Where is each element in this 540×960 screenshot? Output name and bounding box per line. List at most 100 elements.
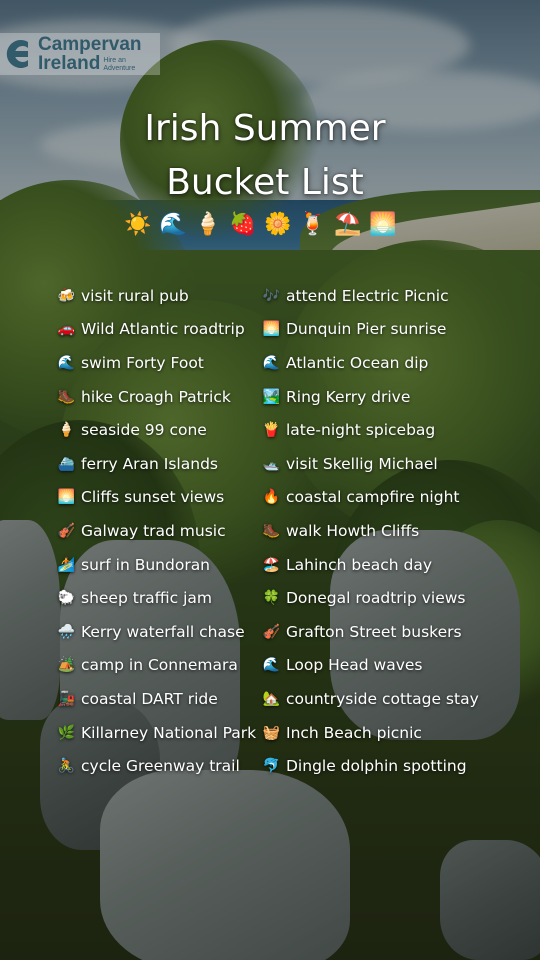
sunset-icon: 🌅 (57, 489, 76, 506)
list-item: 🍀 Donegal roadtrip views (261, 581, 479, 615)
list-item-label: Dingle dolphin spotting (286, 757, 467, 776)
list-item-label: Donegal roadtrip views (286, 589, 466, 608)
brand-name-line1: Campervan (38, 34, 142, 55)
sheep-icon: 🐑 (57, 590, 76, 607)
hiking-boot-icon: 🥾 (262, 522, 281, 539)
logo-mark-icon (6, 40, 29, 68)
list-item-label: Lahinch beach day (286, 555, 433, 574)
wave-icon: 🌊 (262, 657, 281, 674)
flower-icon: 🌼 (264, 212, 292, 237)
sun-icon: ☀️ (124, 212, 152, 237)
title-line2: Bucket List (166, 162, 364, 203)
list-item-label: attend Electric Picnic (286, 286, 449, 305)
list-item-label: late-night spicebag (286, 421, 436, 440)
list-item-label: Loop Head waves (286, 656, 423, 675)
cyclist-icon: 🚴 (57, 758, 76, 775)
strawberry-icon: 🍓 (229, 212, 257, 237)
list-item-label: coastal DART ride (81, 689, 218, 708)
list-item-label: Atlantic Ocean dip (286, 353, 429, 372)
list-item-label: visit rural pub (81, 286, 189, 305)
list-item: 🏖️ Lahinch beach day (261, 548, 479, 582)
list-item-label: surf in Bundoran (81, 555, 211, 574)
list-item: 🏡 countryside cottage stay (261, 682, 479, 716)
list-item: 🌅 Cliffs sunset views (56, 481, 256, 515)
violin-icon: 🎻 (262, 623, 281, 640)
music-notes-icon: 🎶 (262, 287, 281, 304)
house-icon: 🏡 (262, 690, 281, 707)
list-item-label: Ring Kerry drive (286, 387, 411, 406)
list-item-label: coastal campfire night (286, 488, 460, 507)
list-item: 🥾 hike Croagh Patrick (56, 380, 256, 414)
ice-cream-icon: 🍦 (57, 422, 76, 439)
rain-cloud-icon: 🌧️ (57, 623, 76, 640)
list-item: 🏕️ camp in Connemara (56, 649, 256, 683)
train-icon: 🚂 (57, 690, 76, 707)
wave-icon: 🌊 (57, 354, 76, 371)
beach-umbrella-icon: ⛱️ (334, 212, 362, 237)
list-item: 🍻 visit rural pub (56, 279, 256, 313)
hiking-boot-icon: 🥾 (57, 388, 76, 405)
list-item: 🚗 Wild Atlantic roadtrip (56, 313, 256, 347)
sunrise-icon: 🌅 (262, 321, 281, 338)
beach-icon: 🏖️ (262, 556, 281, 573)
brand-tagline: Hire an Adventure (103, 57, 136, 72)
wave-icon: 🌊 (262, 354, 281, 371)
list-item: 🎻 Galway trad music (56, 514, 256, 548)
list-item: 🐬 Dingle dolphin spotting (261, 749, 479, 783)
list-item-label: Wild Atlantic roadtrip (81, 320, 245, 339)
brand-logo: Campervan Ireland Hire an Adventure (0, 33, 160, 75)
list-item-label: ferry Aran Islands (81, 454, 218, 473)
list-item-label: sheep traffic jam (81, 589, 213, 608)
list-item-label: Grafton Street buskers (286, 622, 462, 641)
list-item: 🌊 Atlantic Ocean dip (261, 346, 479, 380)
list-item-label: seaside 99 cone (81, 421, 207, 440)
brand-name-line2: Ireland (38, 53, 101, 74)
list-item-label: cycle Greenway trail (81, 757, 240, 776)
list-item-label: swim Forty Foot (81, 353, 204, 372)
brand-wordmark: Campervan Ireland Hire an Adventure (38, 35, 143, 73)
fire-icon: 🔥 (262, 489, 281, 506)
list-item-label: Killarney National Park (81, 723, 257, 742)
landscape-icon: 🏞️ (262, 388, 281, 405)
title-line1: Irish Summer (144, 108, 386, 149)
list-item-label: walk Howth Cliffs (286, 521, 420, 540)
list-item: 🛥️ visit Skellig Michael (261, 447, 479, 481)
list-item-label: Inch Beach picnic (286, 723, 422, 742)
shamrock-icon: 🍀 (262, 590, 281, 607)
list-item: 🌿 Killarney National Park (56, 716, 256, 750)
list-item: 🏞️ Ring Kerry drive (261, 380, 479, 414)
list-item-label: Cliffs sunset views (81, 488, 225, 507)
list-item: 🎻 Grafton Street buskers (261, 615, 479, 649)
list-item-label: hike Croagh Patrick (81, 387, 231, 406)
list-item: ⛴️ ferry Aran Islands (56, 447, 256, 481)
bucket-list-left-column: 🍻 visit rural pub 🚗 Wild Atlantic roadtrip… (56, 279, 256, 783)
fries-icon: 🍟 (262, 422, 281, 439)
list-item: 🍟 late-night spicebag (261, 413, 479, 447)
list-item: 🚂 coastal DART ride (56, 682, 256, 716)
list-item: 🌊 swim Forty Foot (56, 346, 256, 380)
herb-icon: 🌿 (57, 724, 76, 741)
bucket-list-right-column: 🎶 attend Electric Picnic 🌅 Dunquin Pier su… (261, 279, 479, 783)
list-item: 🐑 sheep traffic jam (56, 581, 256, 615)
emoji-row: ☀️ 🌊 🍦 🍓 🌼 🍹 ⛱️ 🌅 (124, 211, 397, 239)
ice-cream-icon: 🍦 (194, 212, 222, 237)
beer-icon: 🍻 (57, 287, 76, 304)
list-item: 🌧️ Kerry waterfall chase (56, 615, 256, 649)
list-item: 🌅 Dunquin Pier sunrise (261, 313, 479, 347)
cocktail-icon: 🍹 (299, 212, 327, 237)
dolphin-icon: 🐬 (262, 758, 281, 775)
page-title: Irish Summer Bucket List (0, 102, 530, 210)
list-item: 🥾 walk Howth Cliffs (261, 514, 479, 548)
list-item-label: countryside cottage stay (286, 689, 479, 708)
ferry-icon: ⛴️ (57, 455, 76, 472)
basket-icon: 🧺 (262, 724, 281, 741)
list-item-label: Dunquin Pier sunrise (286, 320, 447, 339)
list-item: 🌊 Loop Head waves (261, 649, 479, 683)
boat-icon: 🛥️ (262, 455, 281, 472)
sunrise-icon: 🌅 (369, 212, 397, 237)
list-item-label: Kerry waterfall chase (81, 622, 245, 641)
camping-icon: 🏕️ (57, 657, 76, 674)
list-item-label: visit Skellig Michael (286, 454, 438, 473)
list-item-label: Galway trad music (81, 521, 226, 540)
surfer-icon: 🏄 (57, 556, 76, 573)
